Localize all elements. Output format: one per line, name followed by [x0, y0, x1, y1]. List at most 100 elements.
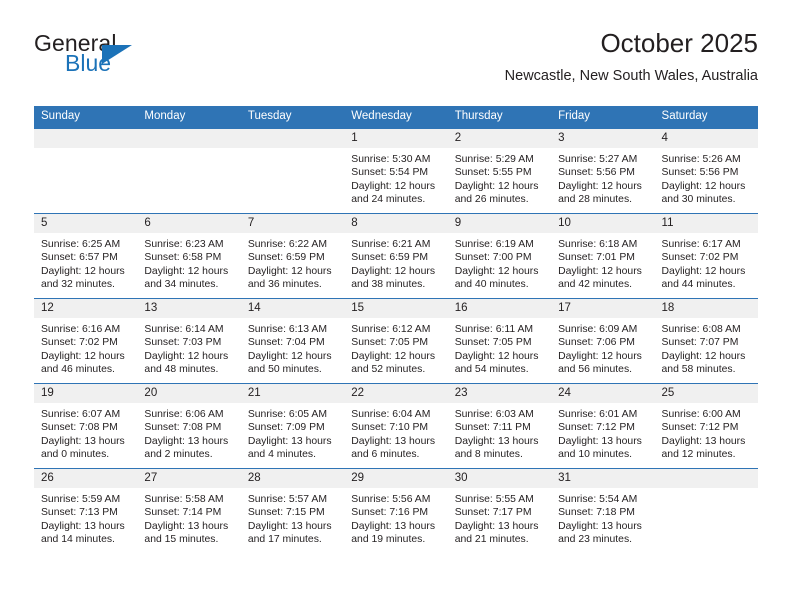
- calendar-day-cell[interactable]: 8 Sunrise: 6:21 AM Sunset: 6:59 PM Daylight…: [344, 213, 448, 299]
- calendar-day-cell[interactable]: 27 Sunrise: 5:58 AM Sunset: 7:14 PM Dayligh…: [137, 468, 241, 553]
- sunrise-time: Sunrise: 5:57 AM: [247, 494, 327, 505]
- sunset-time: Sunset: 6:57 PM: [41, 252, 118, 264]
- day-details: Sunrise: 6:18 AM Sunset: 7:01 PM Daylight:…: [551, 233, 654, 292]
- day-number: 9: [447, 214, 552, 233]
- general-blue-logo[interactable]: General Blue: [34, 30, 264, 92]
- sunrise-time: Sunrise: 6:04 AM: [351, 409, 431, 420]
- daylight-duration-line1: Daylight: 13 hours: [454, 520, 539, 532]
- calendar-day-cell[interactable]: 26 Sunrise: 5:59 AM Sunset: 7:13 PM Dayligh…: [34, 468, 138, 553]
- day-details: Sunrise: 6:03 AM Sunset: 7:11 PM Daylight:…: [448, 403, 551, 462]
- daylight-duration-line2: and 10 minutes.: [558, 449, 633, 461]
- calendar-day-cell[interactable]: 18 Sunrise: 6:08 AM Sunset: 7:07 PM Dayligh…: [654, 298, 758, 384]
- sunset-time: Sunset: 7:11 PM: [454, 422, 531, 434]
- sunset-time: Sunset: 7:00 PM: [454, 252, 532, 264]
- day-number: [654, 469, 758, 488]
- calendar-day-cell[interactable]: 22 Sunrise: 6:04 AM Sunset: 7:10 PM Dayligh…: [344, 383, 448, 469]
- calendar-day-cell[interactable]: 30 Sunrise: 5:55 AM Sunset: 7:17 PM Dayligh…: [447, 468, 552, 553]
- day-details: Sunrise: 6:05 AM Sunset: 7:09 PM Daylight:…: [241, 403, 344, 462]
- calendar-week-row: 1 Sunrise: 5:30 AM Sunset: 5:54 PM Daylight…: [34, 128, 758, 214]
- daylight-duration-line1: Daylight: 12 hours: [454, 180, 539, 192]
- calendar-day-cell[interactable]: 7 Sunrise: 6:22 AM Sunset: 6:59 PM Daylight…: [240, 213, 345, 299]
- daylight-duration-line2: and 0 minutes.: [41, 449, 110, 461]
- sunset-time: Sunset: 7:08 PM: [144, 422, 222, 434]
- daylight-duration-line1: Daylight: 13 hours: [558, 435, 642, 447]
- calendar-day-cell[interactable]: 10 Sunrise: 6:18 AM Sunset: 7:01 PM Dayligh…: [551, 213, 655, 299]
- sunset-time: Sunset: 7:18 PM: [558, 507, 635, 519]
- calendar-day-cell[interactable]: 25 Sunrise: 6:00 AM Sunset: 7:12 PM Dayligh…: [654, 383, 758, 469]
- calendar-table: Sunday Monday Tuesday Wednesday Thursday Frid…: [34, 106, 758, 553]
- weekday-header-sunday: Sunday: [34, 106, 138, 129]
- daylight-duration-line2: and 21 minutes.: [454, 534, 529, 546]
- sunrise-time: Sunrise: 5:26 AM: [661, 154, 741, 165]
- day-number: [34, 129, 138, 148]
- calendar-day-cell[interactable]: 21 Sunrise: 6:05 AM Sunset: 7:09 PM Dayligh…: [240, 383, 345, 469]
- calendar-day-cell[interactable]: 14 Sunrise: 6:13 AM Sunset: 7:04 PM Dayligh…: [240, 298, 345, 384]
- calendar-day-cell[interactable]: 4 Sunrise: 5:26 AM Sunset: 5:56 PM Daylight…: [654, 128, 758, 214]
- calendar-week-row: 12 Sunrise: 6:16 AM Sunset: 7:02 PM Dayligh…: [34, 298, 758, 384]
- calendar-day-cell[interactable]: 28 Sunrise: 5:57 AM Sunset: 7:15 PM Dayligh…: [240, 468, 345, 553]
- sunrise-time: Sunrise: 6:13 AM: [247, 324, 327, 335]
- day-number: 26: [34, 469, 138, 488]
- calendar-day-cell[interactable]: 31 Sunrise: 5:54 AM Sunset: 7:18 PM Dayligh…: [551, 468, 655, 553]
- sunset-time: Sunset: 7:07 PM: [661, 337, 739, 349]
- day-number: 21: [240, 384, 345, 403]
- day-details: Sunrise: 6:23 AM Sunset: 6:58 PM Daylight:…: [137, 233, 240, 292]
- calendar-day-cell[interactable]: 23 Sunrise: 6:03 AM Sunset: 7:11 PM Dayligh…: [447, 383, 552, 469]
- calendar-day-cell[interactable]: 12 Sunrise: 6:16 AM Sunset: 7:02 PM Dayligh…: [34, 298, 138, 384]
- calendar-day-cell[interactable]: 5 Sunrise: 6:25 AM Sunset: 6:57 PM Daylight…: [34, 213, 138, 299]
- sunset-time: Sunset: 6:59 PM: [247, 252, 325, 264]
- sunrise-time: Sunrise: 6:25 AM: [41, 239, 121, 250]
- day-details: Sunrise: 5:55 AM Sunset: 7:17 PM Daylight:…: [448, 488, 551, 547]
- calendar-day-cell[interactable]: 1 Sunrise: 5:30 AM Sunset: 5:54 PM Daylight…: [344, 128, 448, 214]
- daylight-duration-line1: Daylight: 13 hours: [661, 435, 746, 447]
- daylight-duration-line2: and 26 minutes.: [454, 194, 529, 206]
- calendar-day-cell[interactable]: 15 Sunrise: 6:12 AM Sunset: 7:05 PM Dayligh…: [344, 298, 448, 384]
- sunset-time: Sunset: 7:12 PM: [661, 422, 739, 434]
- calendar-day-cell[interactable]: 13 Sunrise: 6:14 AM Sunset: 7:03 PM Dayligh…: [137, 298, 241, 384]
- calendar-day-cell[interactable]: 19 Sunrise: 6:07 AM Sunset: 7:08 PM Dayligh…: [34, 383, 138, 469]
- title-block: October 2025 Newcastle, New South Wales,…: [505, 28, 758, 86]
- sunrise-time: Sunrise: 5:30 AM: [351, 154, 431, 165]
- calendar-day-cell[interactable]: 9 Sunrise: 6:19 AM Sunset: 7:00 PM Daylight…: [447, 213, 552, 299]
- daylight-duration-line2: and 46 minutes.: [41, 364, 115, 376]
- sunrise-time: Sunrise: 6:18 AM: [558, 239, 638, 250]
- calendar-day-cell[interactable]: 20 Sunrise: 6:06 AM Sunset: 7:08 PM Dayligh…: [137, 383, 241, 469]
- daylight-duration-line2: and 17 minutes.: [247, 534, 322, 546]
- daylight-duration-line2: and 14 minutes.: [41, 534, 115, 546]
- calendar-day-cell[interactable]: 6 Sunrise: 6:23 AM Sunset: 6:58 PM Daylight…: [137, 213, 241, 299]
- sunrise-time: Sunrise: 6:12 AM: [351, 324, 431, 335]
- calendar-page: General Blue October 2025 Newcastle, New…: [0, 0, 792, 612]
- sunrise-time: Sunrise: 6:14 AM: [144, 324, 224, 335]
- day-number: 23: [447, 384, 552, 403]
- daylight-duration-line2: and 48 minutes.: [144, 364, 219, 376]
- day-details: Sunrise: 6:11 AM Sunset: 7:05 PM Daylight:…: [448, 318, 551, 377]
- calendar-day-cell[interactable]: 3 Sunrise: 5:27 AM Sunset: 5:56 PM Daylight…: [551, 128, 655, 214]
- day-number: 31: [551, 469, 655, 488]
- day-details: Sunrise: 5:56 AM Sunset: 7:16 PM Daylight:…: [344, 488, 447, 547]
- sunset-time: Sunset: 7:04 PM: [247, 337, 325, 349]
- calendar-day-cell[interactable]: 2 Sunrise: 5:29 AM Sunset: 5:55 PM Daylight…: [447, 128, 552, 214]
- day-details: Sunrise: 6:04 AM Sunset: 7:10 PM Daylight:…: [344, 403, 447, 462]
- sunset-time: Sunset: 7:17 PM: [454, 507, 532, 519]
- day-details: Sunrise: 5:27 AM Sunset: 5:56 PM Daylight:…: [551, 148, 654, 207]
- calendar-day-cell[interactable]: 11 Sunrise: 6:17 AM Sunset: 7:02 PM Dayligh…: [654, 213, 758, 299]
- daylight-duration-line1: Daylight: 13 hours: [247, 520, 332, 532]
- sunset-time: Sunset: 7:15 PM: [247, 507, 325, 519]
- calendar-day-cell[interactable]: 29 Sunrise: 5:56 AM Sunset: 7:16 PM Dayligh…: [344, 468, 448, 553]
- sunset-time: Sunset: 7:02 PM: [661, 252, 739, 264]
- day-details: Sunrise: 6:14 AM Sunset: 7:03 PM Daylight:…: [137, 318, 240, 377]
- day-details: Sunrise: 6:16 AM Sunset: 7:02 PM Daylight:…: [34, 318, 137, 377]
- daylight-duration-line2: and 30 minutes.: [661, 194, 736, 206]
- daylight-duration-line1: Daylight: 12 hours: [661, 180, 746, 192]
- daylight-duration-line1: Daylight: 12 hours: [351, 350, 436, 362]
- calendar-day-cell[interactable]: 16 Sunrise: 6:11 AM Sunset: 7:05 PM Dayligh…: [447, 298, 552, 384]
- day-number: 6: [137, 214, 241, 233]
- day-details: Sunrise: 6:17 AM Sunset: 7:02 PM Daylight:…: [655, 233, 758, 292]
- sunrise-time: Sunrise: 5:27 AM: [558, 154, 638, 165]
- calendar-day-cell[interactable]: 17 Sunrise: 6:09 AM Sunset: 7:06 PM Dayligh…: [551, 298, 655, 384]
- calendar-day-cell[interactable]: 24 Sunrise: 6:01 AM Sunset: 7:12 PM Dayligh…: [551, 383, 655, 469]
- weekday-header-monday: Monday: [137, 106, 241, 129]
- day-number: 10: [551, 214, 655, 233]
- daylight-duration-line1: Daylight: 12 hours: [454, 350, 539, 362]
- sunset-time: Sunset: 7:02 PM: [41, 337, 118, 349]
